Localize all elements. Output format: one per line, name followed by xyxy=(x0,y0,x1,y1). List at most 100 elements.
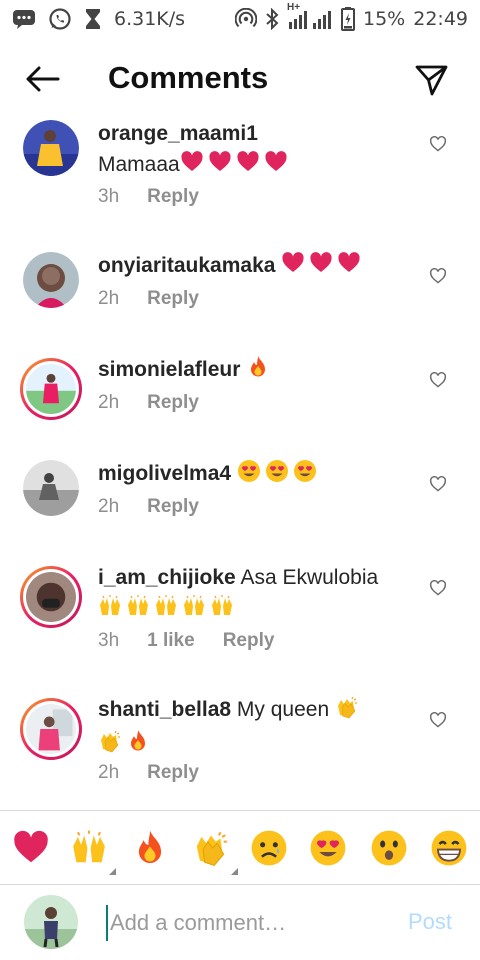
heart-emoji-icon xyxy=(208,150,232,183)
comment-text: onyiaritaukamaka xyxy=(98,250,416,284)
clock: 22:49 xyxy=(413,8,468,30)
comment-text: orange_maami1 Mamaaa xyxy=(98,118,416,183)
page-title: Comments xyxy=(108,60,269,95)
reply-button[interactable]: Reply xyxy=(223,630,275,652)
raised-hands-emoji-icon xyxy=(210,594,234,627)
comment-time: 3h xyxy=(98,630,120,651)
like-comment-button[interactable] xyxy=(427,473,449,495)
heart-outline-icon xyxy=(429,136,447,152)
reply-button[interactable]: Reply xyxy=(147,288,199,310)
comment-meta: 2h Reply xyxy=(98,392,199,414)
clap-emoji-icon xyxy=(98,729,122,762)
comment-username[interactable]: migolivelma4 xyxy=(98,462,231,485)
emoji-quick-bar xyxy=(0,810,480,884)
comment-time: 2h xyxy=(98,762,120,783)
back-button[interactable] xyxy=(22,62,62,96)
quick-emoji-heart-eyes-button[interactable] xyxy=(307,829,349,871)
surprised-emoji-icon xyxy=(370,829,408,872)
comment-meta: 2h Reply xyxy=(98,762,199,784)
raised-hands-emoji-icon xyxy=(126,594,150,627)
reply-button[interactable]: Reply xyxy=(147,762,199,784)
comment-username[interactable]: simonielafleur xyxy=(98,358,240,381)
heart-eyes-emoji-icon xyxy=(237,459,261,492)
network-type: H+ xyxy=(287,2,301,13)
commenter-avatar[interactable] xyxy=(20,698,82,760)
comment-meta: 2h Reply xyxy=(98,288,199,310)
commenter-avatar[interactable] xyxy=(23,252,79,308)
comment-username[interactable]: i_am_chijioke xyxy=(98,566,236,589)
like-comment-button[interactable] xyxy=(427,577,449,599)
fire-emoji-icon xyxy=(126,729,150,762)
quick-emoji-raised-hands-button[interactable] xyxy=(68,829,116,875)
comments-header: Comments xyxy=(0,46,480,112)
comment-body: My queen xyxy=(236,698,330,721)
comment-time: 2h xyxy=(98,392,120,413)
heart-eyes-emoji-icon xyxy=(309,829,347,872)
heart-outline-icon xyxy=(429,268,447,284)
reply-button[interactable]: Reply xyxy=(147,186,199,208)
comment-username[interactable]: orange_maami1 xyxy=(98,122,258,145)
raised-hands-emoji-icon xyxy=(182,594,206,627)
heart-eyes-emoji-icon xyxy=(293,459,317,492)
commenter-avatar[interactable] xyxy=(23,120,79,176)
grinning-emoji-icon xyxy=(430,829,468,872)
heart-emoji-icon xyxy=(236,150,260,183)
sad-emoji-icon xyxy=(250,829,288,872)
commenter-avatar[interactable] xyxy=(20,566,82,628)
like-comment-button[interactable] xyxy=(427,709,449,731)
my-avatar xyxy=(24,895,78,949)
comment-username[interactable]: onyiaritaukamaka xyxy=(98,254,275,277)
signal-icon: H+ xyxy=(287,2,333,30)
quick-emoji-clap-button[interactable] xyxy=(190,829,238,875)
raised-hands-emoji-icon xyxy=(98,594,122,627)
heart-emoji-icon xyxy=(337,251,361,284)
like-comment-button[interactable] xyxy=(427,369,449,391)
direct-send-button[interactable] xyxy=(414,62,450,98)
commenter-avatar[interactable] xyxy=(23,460,79,516)
reply-button[interactable]: Reply xyxy=(147,392,199,414)
heart-emoji-icon xyxy=(281,251,305,284)
fire-emoji-icon xyxy=(131,829,169,872)
comment-input[interactable] xyxy=(106,905,396,941)
heart-outline-icon xyxy=(429,476,447,492)
raised-hands-emoji-icon xyxy=(154,594,178,627)
like-comment-button[interactable] xyxy=(427,133,449,155)
comment-body: Asa Ekwulobia xyxy=(240,566,379,589)
quick-emoji-heart-button[interactable] xyxy=(10,829,52,871)
quick-emoji-fire-button[interactable] xyxy=(129,829,171,871)
clap-emoji-icon xyxy=(335,695,359,728)
heart-outline-icon xyxy=(429,712,447,728)
back-arrow-icon xyxy=(26,66,60,92)
battery-icon xyxy=(341,7,355,31)
status-bar: 6.31K/s H+ 15% 22:49 xyxy=(0,0,480,38)
heart-outline-icon xyxy=(429,580,447,596)
comment-likes-count[interactable]: 1 like xyxy=(147,630,195,652)
comment-meta: 3h Reply xyxy=(98,186,199,208)
post-button[interactable]: Post xyxy=(408,909,452,935)
network-speed: 6.31K/s xyxy=(114,8,186,30)
quick-emoji-sad-button[interactable] xyxy=(248,829,290,871)
comment-text: i_am_chijioke Asa Ekwulobia xyxy=(98,562,416,627)
comment-meta: 3h 1 like Reply xyxy=(98,630,274,652)
like-comment-button[interactable] xyxy=(427,265,449,287)
fire-emoji-icon xyxy=(246,355,270,388)
heart-emoji-icon xyxy=(264,150,288,183)
comment-username[interactable]: shanti_bella8 xyxy=(98,698,231,721)
comment-time: 3h xyxy=(98,186,120,207)
comment-text: migolivelma4 xyxy=(98,458,416,492)
comment-composer: Post xyxy=(0,884,480,960)
reply-button[interactable]: Reply xyxy=(147,496,199,518)
hotspot-icon xyxy=(235,8,257,30)
commenter-avatar[interactable] xyxy=(20,358,82,420)
comment-body: Mamaaa xyxy=(98,153,180,176)
quick-emoji-surprised-button[interactable] xyxy=(368,829,410,871)
quick-emoji-grinning-button[interactable] xyxy=(428,829,470,871)
heart-emoji-icon xyxy=(180,150,204,183)
comment-time: 2h xyxy=(98,496,120,517)
heart-outline-icon xyxy=(429,372,447,388)
hourglass-icon xyxy=(84,8,102,30)
comment-text: shanti_bella8 My queen xyxy=(98,694,416,762)
heart-emoji-icon xyxy=(309,251,333,284)
clap-emoji-icon xyxy=(192,829,230,872)
raised-hands-emoji-icon xyxy=(70,829,108,872)
